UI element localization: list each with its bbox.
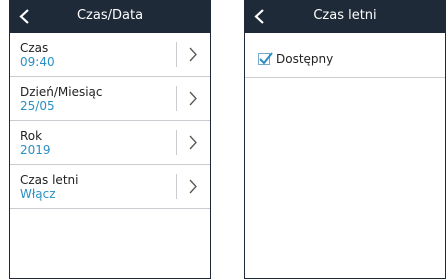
list-item-day-month[interactable]: Dzień/Miesiąc 25/05 xyxy=(10,77,210,121)
list-item-year[interactable]: Rok 2019 xyxy=(10,121,210,165)
available-checkbox[interactable] xyxy=(258,52,273,65)
option-label: Dostępny xyxy=(276,52,334,66)
item-label: Czas letni xyxy=(20,173,79,187)
item-label: Rok xyxy=(20,129,43,143)
enable-option[interactable]: Dostępny xyxy=(245,33,445,78)
checkmark-icon xyxy=(259,52,273,65)
list-item-time[interactable]: Czas 09:40 xyxy=(10,33,210,77)
settings-list: Czas 09:40 Dzień/Miesiąc 25/05 Rok 2019 … xyxy=(10,33,210,209)
item-value: 2019 xyxy=(20,143,51,157)
item-value: Włącz xyxy=(20,187,56,201)
divider xyxy=(176,174,177,199)
chevron-right-icon[interactable] xyxy=(188,46,198,63)
page-title: Czas/Data xyxy=(76,8,144,23)
page-title: Czas letni xyxy=(313,8,377,23)
item-value: 09:40 xyxy=(20,55,55,69)
divider xyxy=(176,86,177,111)
item-value: 25/05 xyxy=(20,99,55,113)
divider xyxy=(176,42,177,67)
chevron-right-icon[interactable] xyxy=(188,90,198,107)
chevron-right-icon[interactable] xyxy=(188,134,198,151)
chevron-right-icon[interactable] xyxy=(188,178,198,195)
summer-time-screen: Czas letni Dostępny xyxy=(244,0,446,279)
time-date-screen: Czas/Data Czas 09:40 Dzień/Miesiąc 25/05… xyxy=(9,0,211,279)
item-label: Czas xyxy=(20,41,49,55)
item-label: Dzień/Miesiąc xyxy=(20,85,103,99)
list-item-summer-time[interactable]: Czas letni Włącz xyxy=(10,165,210,209)
header: Czas letni xyxy=(244,0,446,33)
header: Czas/Data xyxy=(9,0,211,33)
divider xyxy=(176,130,177,155)
